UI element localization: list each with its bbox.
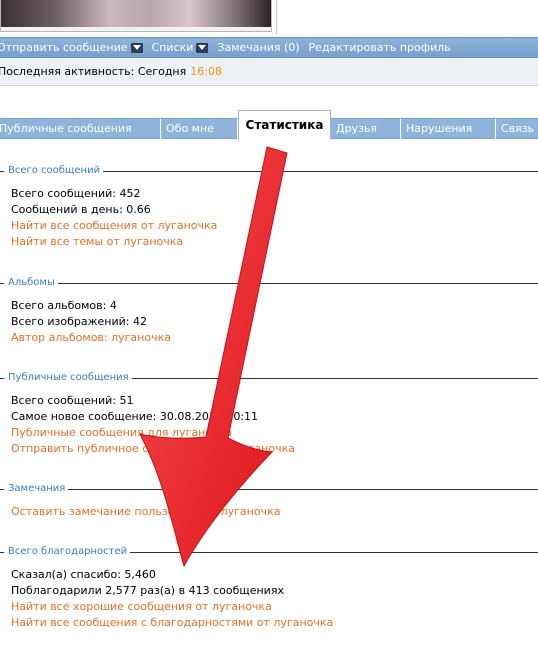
send-public-message-link[interactable]: Отправить публичное сообщение для лугано… xyxy=(11,441,295,457)
send-message-label: Отправить сообщение xyxy=(0,41,128,54)
triangle-down-icon xyxy=(196,42,209,53)
public-newest: Самое новое сообщение: 30.08.2011 20:11 xyxy=(11,410,259,423)
total-images: Всего изображений: 42 xyxy=(11,315,147,328)
public-total: Всего сообщений: 51 xyxy=(11,394,134,407)
section-title: Всего сообщений xyxy=(4,164,104,178)
section-albums: Альбомы Всего альбомов: 4 Всего изображе… xyxy=(0,276,538,366)
album-author-link[interactable]: Автор альбомов: луганочка xyxy=(11,330,171,346)
find-thanked-posts-link[interactable]: Найти все сообщения с благодарностями от… xyxy=(11,615,333,631)
section-remarks: Замечания Оставить замечание пользовател… xyxy=(0,482,538,532)
tab-contact[interactable]: Связь xyxy=(496,119,538,139)
section-rule xyxy=(0,283,538,284)
profile-tabs: Публичные сообщения Обо мне Статистика Д… xyxy=(0,110,538,140)
profile-page: Отправить сообщение Списки Замечания (0)… xyxy=(0,0,538,645)
tab-violations[interactable]: Нарушения xyxy=(401,119,496,139)
tab-statistics[interactable]: Статистика xyxy=(238,110,331,140)
remarks-link[interactable]: Замечания (0) xyxy=(217,41,299,54)
total-messages: Всего сообщений: 452 xyxy=(11,187,141,200)
tab-about[interactable]: Обо мне xyxy=(161,119,238,139)
edit-profile-link[interactable]: Редактировать профиль xyxy=(309,41,451,54)
divider xyxy=(276,0,277,34)
total-albums: Всего альбомов: 4 xyxy=(11,299,117,312)
profile-avatar-image xyxy=(0,0,272,32)
tab-public-messages[interactable]: Публичные сообщения xyxy=(0,119,161,139)
last-activity-time: 16:08 xyxy=(190,65,222,78)
section-title: Альбомы xyxy=(4,276,58,290)
last-activity: Последняя активность: Сегодня 16:08 xyxy=(0,58,538,86)
find-threads-link[interactable]: Найти все темы от луганочка xyxy=(11,234,217,250)
triangle-down-icon xyxy=(130,42,143,53)
thanks-said: Сказал(а) спасибо: 5,460 xyxy=(11,568,156,581)
tab-friends[interactable]: Друзья xyxy=(331,119,401,139)
section-thanks: Всего благодарностей Сказал(а) спасибо: … xyxy=(0,545,538,645)
lists-label: Списки xyxy=(151,41,194,54)
send-message-menu[interactable]: Отправить сообщение xyxy=(0,41,143,54)
find-posts-link[interactable]: Найти все сообщения от луганочка xyxy=(11,218,217,234)
public-messages-link[interactable]: Публичные сообщения для луганочка xyxy=(11,425,295,441)
lists-menu[interactable]: Списки xyxy=(152,41,209,54)
section-rule xyxy=(0,489,538,490)
thanks-received: Поблагодарили 2,577 раз(а) в 413 сообщен… xyxy=(11,584,284,597)
profile-action-bar: Отправить сообщение Списки Замечания (0)… xyxy=(0,37,538,58)
section-messages: Всего сообщений Всего сообщений: 452 Соо… xyxy=(0,164,538,264)
leave-remark-link[interactable]: Оставить замечание пользователю луганочк… xyxy=(11,504,280,520)
last-activity-label: Последняя активность: Сегодня xyxy=(0,65,187,78)
section-title: Всего благодарностей xyxy=(4,545,131,559)
find-good-posts-link[interactable]: Найти все хорошие сообщения от луганочка xyxy=(11,599,333,615)
messages-per-day: Сообщений в день: 0.66 xyxy=(11,203,151,216)
section-public-messages: Публичные сообщения Всего сообщений: 51 … xyxy=(0,371,538,471)
section-title: Публичные сообщения xyxy=(4,371,132,385)
section-title: Замечания xyxy=(4,482,69,496)
